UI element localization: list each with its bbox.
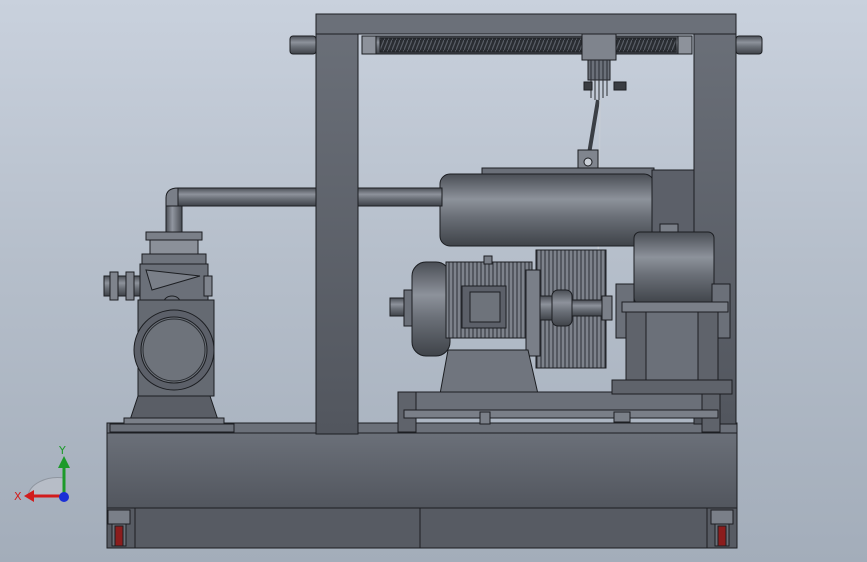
machine-drawing: Y X [14,13,763,549]
y-axis-label: Y [58,444,66,457]
cad-viewport[interactable]: Y X [0,0,867,562]
transfer-pipe[interactable] [165,187,443,216]
x-axis-label: X [14,490,22,503]
suction-pipe[interactable] [141,205,207,265]
coordinate-triad: Y X [14,444,70,503]
pump[interactable] [103,263,235,433]
lead-screw[interactable] [361,35,693,55]
electric-motor[interactable] [389,255,555,357]
z-axis-dot [59,492,69,502]
skid-base[interactable] [106,422,738,549]
gearbox[interactable] [615,223,731,387]
y-axis-arrowhead [58,456,70,468]
